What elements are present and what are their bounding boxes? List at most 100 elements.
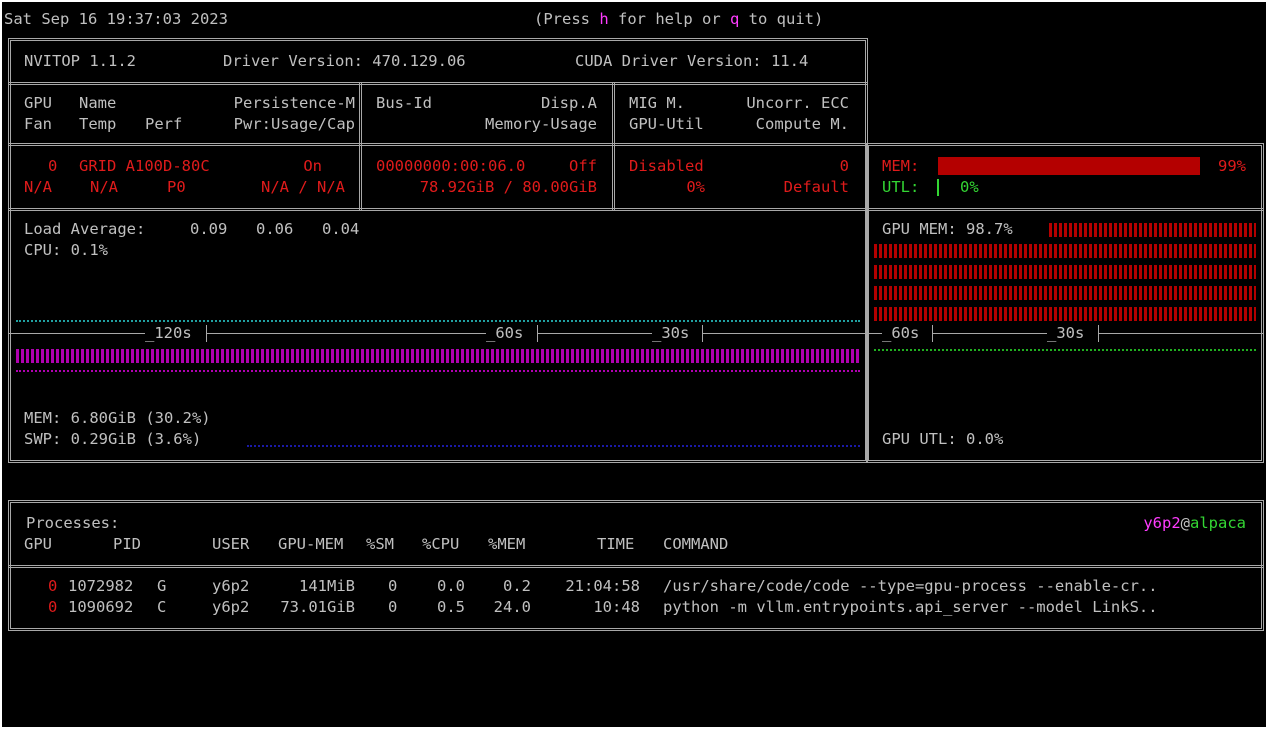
gpu-time-axis (933, 333, 1047, 334)
memory-history-line (16, 370, 860, 372)
process-gpu-mem: 73.01GiB (280, 598, 355, 616)
quit-key: q (730, 10, 740, 28)
gpu-util: 0% (686, 178, 705, 196)
cuda-version: CUDA Driver Version: 11.4 (575, 52, 809, 70)
mem-bar-percent: 99% (1218, 157, 1246, 175)
col-name: Name (79, 94, 117, 112)
process-command: /usr/share/code/code --type=gpu-process … (663, 577, 1158, 595)
process-mem: 0.2 (503, 577, 531, 595)
gpu-perf: P0 (167, 178, 186, 196)
processes-title: Processes: (26, 514, 120, 532)
col-mig: MIG M. (629, 94, 685, 112)
col-temp: Temp (79, 115, 117, 133)
gpu-mem-history-bars (1049, 223, 1256, 237)
col-gpu-util: GPU-Util (629, 115, 704, 133)
gpu-name: GRID A100D-80C (79, 157, 210, 175)
gpu-util-history-line (874, 349, 1256, 351)
process-type: G (157, 577, 167, 595)
gpu-mem-history-bars (874, 265, 1256, 279)
process-command: python -m vllm.entrypoints.api_server --… (663, 598, 1158, 616)
process-sm: 0 (388, 577, 398, 595)
help-key: h (599, 10, 609, 28)
time-axis-label-120s: _120s (145, 324, 192, 342)
col-memory-usage: Memory-Usage (485, 115, 597, 133)
process-type: C (157, 598, 167, 616)
process-mem: 24.0 (493, 598, 531, 616)
col-gpu: GPU (24, 94, 52, 112)
gpu-fan: N/A (24, 178, 52, 196)
column-divider (612, 82, 615, 211)
header-pid: PID (113, 535, 141, 553)
col-ecc: Uncorr. ECC (746, 94, 849, 112)
load-average-label: Load Average: (24, 220, 146, 238)
driver-version: Driver Version: 470.129.06 (223, 52, 466, 70)
cpu-percent: CPU: 0.1% (24, 241, 108, 259)
process-gpu-mem: 141MiB (299, 577, 355, 595)
process-gpu: 0 (48, 598, 58, 616)
gpu-time-axis (866, 333, 882, 334)
header-cpu: %CPU (422, 535, 460, 553)
help-hint: (Press h for help or q to quit) (534, 10, 824, 28)
gpu-persistence: On (303, 157, 322, 175)
header-user: USER (212, 535, 250, 553)
process-cpu: 0.0 (437, 577, 465, 595)
process-time: 10:48 (593, 598, 640, 616)
hostname: alpaca (1190, 514, 1246, 532)
header-time: TIME (597, 535, 635, 553)
utl-bar-percent: 0% (960, 178, 979, 196)
gpu-temp: N/A (90, 178, 118, 196)
process-user: y6p2 (212, 577, 250, 595)
process-gpu: 0 (48, 577, 58, 595)
gpu-util-history-label: GPU UTL: 0.0% (882, 430, 1004, 448)
col-power: Pwr:Usage/Cap (233, 115, 355, 133)
divider (8, 82, 868, 85)
time-axis-label-60s: _60s (486, 324, 524, 342)
mem-bar-track (938, 157, 1203, 175)
header-gpu: GPU (24, 535, 52, 553)
time-axis (703, 333, 866, 334)
nvitop-version: NVITOP 1.1.2 (24, 52, 136, 70)
col-bus-id: Bus-Id (376, 94, 432, 112)
divider (8, 143, 868, 146)
host-swap: SWP: 0.29GiB (3.6%) (24, 430, 202, 448)
gpu-mem-history-bars (874, 244, 1256, 258)
column-divider (359, 82, 362, 211)
col-persistence: Persistence-M (233, 94, 355, 112)
col-disp: Disp.A (541, 94, 597, 112)
time-axis (8, 333, 145, 334)
header-command: COMMAND (663, 535, 729, 553)
col-compute-mode: Compute M. (755, 115, 849, 133)
gpu-bus-id: 00000000:00:06.0 (376, 157, 526, 175)
gpu-time-axis (1099, 333, 1264, 334)
utl-bar-label: UTL: (882, 178, 920, 196)
gpu-mem-history-bars (874, 286, 1256, 300)
process-sm: 0 (388, 598, 398, 616)
time-axis (538, 333, 652, 334)
gpu-time-axis-label-60s: _60s (882, 324, 920, 342)
cpu-history-line (16, 320, 860, 322)
load-average-5: 0.06 (256, 220, 294, 238)
host-mem: MEM: 6.80GiB (30.2%) (24, 409, 211, 427)
header-sm: %SM (366, 535, 394, 553)
username: y6p2 (1143, 514, 1181, 532)
gpu-memory-usage: 78.92GiB / 80.00GiB (419, 178, 597, 196)
gpu-power: N/A / N/A (261, 178, 345, 196)
time-axis-label-30s: _30s (652, 324, 690, 342)
process-cpu: 0.5 (437, 598, 465, 616)
terminal-window[interactable]: Sat Sep 16 19:37:03 2023 (Press h for he… (2, 2, 1266, 727)
gpu-mem-history-bars (874, 307, 1256, 321)
memory-history-bars (16, 349, 860, 363)
gpu-compute-mode: Default (783, 178, 849, 196)
utl-bar-fill (937, 179, 939, 196)
gpu-index: 0 (48, 157, 58, 175)
divider (8, 208, 1264, 211)
load-average-15: 0.04 (322, 220, 360, 238)
swap-history-line (247, 445, 860, 447)
load-average-1: 0.09 (190, 220, 228, 238)
process-user: y6p2 (212, 598, 250, 616)
user-at-host: y6p2@alpaca (1143, 514, 1246, 532)
col-fan: Fan (24, 115, 52, 133)
time-axis (207, 333, 486, 334)
gpu-time-axis-label-30s: _30s (1047, 324, 1085, 342)
gpu-mig: Disabled (629, 157, 704, 175)
